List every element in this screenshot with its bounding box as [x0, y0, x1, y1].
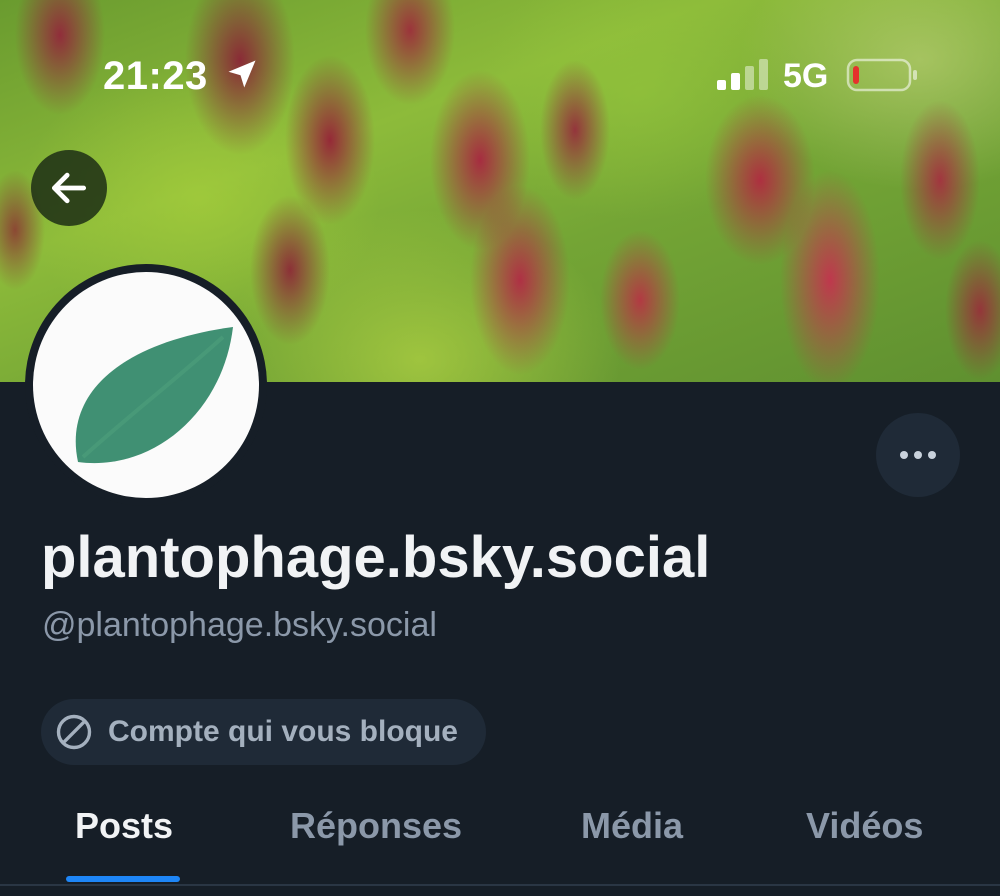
back-button[interactable]: [31, 150, 107, 226]
profile-tabs: Posts Réponses Média Vidéos: [0, 790, 1000, 884]
active-tab-indicator: [66, 876, 180, 882]
avatar[interactable]: [25, 264, 267, 506]
tab-posts[interactable]: Posts: [75, 804, 173, 848]
avatar-image: [33, 272, 259, 498]
cellular-signal-icon: [717, 59, 768, 90]
arrow-left-icon: [51, 172, 87, 204]
block-icon: [56, 714, 92, 750]
leaf-icon: [75, 327, 233, 464]
tabs-divider: [0, 884, 1000, 886]
status-time: 21:23: [103, 54, 208, 98]
tab-media[interactable]: Média: [581, 804, 683, 848]
blocked-status-label: Compte qui vous bloque: [108, 715, 458, 748]
blocked-status-badge: Compte qui vous bloque: [41, 699, 486, 765]
ellipsis-horizontal-icon: [900, 451, 936, 459]
more-options-button[interactable]: [876, 413, 960, 497]
location-arrow-icon: [228, 60, 256, 88]
network-type: 5G: [783, 57, 829, 95]
tab-videos[interactable]: Vidéos: [806, 804, 923, 848]
status-bar: 21:23 5G: [0, 0, 1000, 150]
profile-handle: @plantophage.bsky.social: [42, 606, 437, 644]
battery-low-icon: [846, 58, 917, 92]
profile-display-name: plantophage.bsky.social: [41, 525, 711, 590]
tab-replies[interactable]: Réponses: [290, 804, 462, 848]
